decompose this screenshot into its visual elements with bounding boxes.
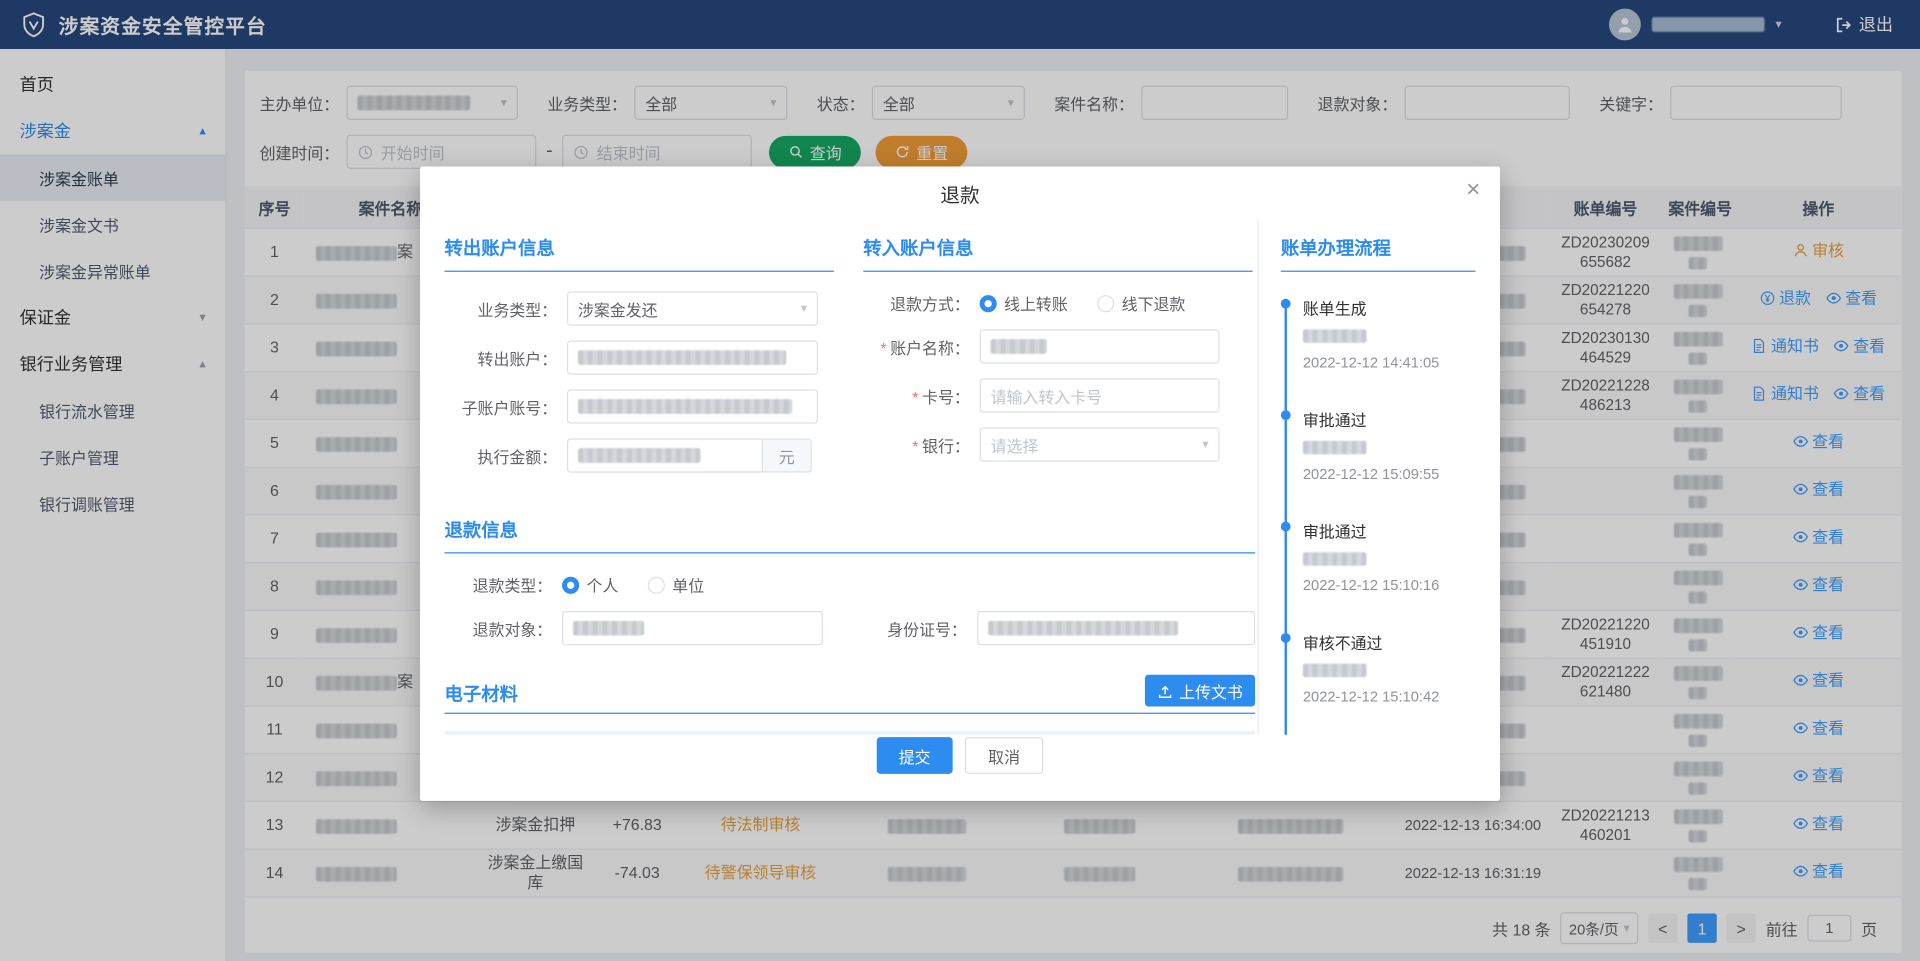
upload-document-button[interactable]: 上传文书	[1145, 675, 1255, 707]
radio-dot	[562, 576, 579, 593]
out-account-label: 转出账户：	[444, 346, 566, 369]
transfer-out-account-input[interactable]	[567, 340, 818, 374]
refund-type-radio-1[interactable]: 单位	[648, 573, 704, 596]
flow-step: 账单生成 2022-12-12 14:41:05	[1303, 296, 1476, 371]
flow-step-name: 审批通过	[1303, 519, 1476, 542]
sub-account-input[interactable]	[567, 389, 818, 423]
amount-unit: 元	[763, 438, 812, 472]
bank-placeholder: 请选择	[991, 433, 1039, 456]
materials-table-header: 序号材料名称创建时间操作	[444, 731, 1255, 735]
flow-step-time: 2022-12-12 15:09:55	[1303, 465, 1476, 482]
modal-body: 转出账户信息 业务类型： 涉案金发还 ▾ 转出账户： 子账户账号：	[420, 220, 1500, 734]
flow-step-time: 2022-12-12 15:10:42	[1303, 688, 1476, 705]
timeline-dot	[1281, 299, 1291, 309]
modal-footer: 提交 取消	[420, 735, 1500, 801]
card-number-input[interactable]: 请输入转入卡号	[980, 378, 1220, 412]
modal-header: 退款 ×	[420, 167, 1500, 221]
flow-step: 审核不通过 2022-12-12 15:10:42	[1303, 631, 1476, 706]
refund-method-label: 退款方式：	[863, 291, 979, 314]
redacted-text	[573, 621, 644, 636]
refund-info-title: 退款信息	[444, 502, 1255, 553]
flow-step-time: 2022-12-12 14:41:05	[1303, 354, 1476, 371]
redacted-text	[578, 399, 792, 414]
account-name-input[interactable]	[980, 329, 1220, 363]
card-number-label: 卡号：	[863, 384, 979, 407]
radio-dot	[1097, 294, 1114, 311]
submit-button[interactable]: 提交	[877, 737, 953, 774]
transfer-out-title: 转出账户信息	[444, 220, 833, 271]
flow-timeline: 账单生成 2022-12-12 14:41:05 审批通过 2022-12-12 15…	[1281, 296, 1476, 734]
flow-title: 账单办理流程	[1281, 220, 1476, 271]
select-value: 涉案金发还	[578, 297, 658, 320]
refund-info-section: 退款信息 退款类型： 个人 单位 退款对象： 身份证号：	[444, 502, 1255, 645]
refund-method-radio-0[interactable]: 线上转账	[980, 291, 1068, 314]
flow-step: 审批通过 2022-12-12 15:09:55	[1303, 408, 1476, 483]
card-number-placeholder: 请输入转入卡号	[991, 384, 1102, 407]
transfer-in-title: 转入账户信息	[863, 220, 1252, 271]
redacted-text	[1303, 441, 1367, 454]
refund-form: 转出账户信息 业务类型： 涉案金发还 ▾ 转出账户： 子账户账号：	[444, 220, 1255, 734]
id-number-label: 身份证号：	[874, 617, 977, 640]
redacted-text	[991, 339, 1047, 354]
id-number-input[interactable]	[977, 611, 1255, 645]
flow-step-name: 账单生成	[1303, 296, 1476, 319]
chevron-down-icon: ▾	[801, 302, 807, 315]
process-flow-panel: 账单办理流程 账单生成 2022-12-12 14:41:05 审批通过 2022-1…	[1258, 220, 1476, 734]
flow-step-name: 审核不通过	[1303, 631, 1476, 654]
transfer-in-section: 转入账户信息 退款方式： 线上转账 线下退款 账户名称： 卡号： 请输入转入卡号	[863, 220, 1252, 487]
refund-type-radios: 个人 单位	[562, 573, 733, 596]
redacted-text	[1303, 553, 1367, 566]
redacted-text	[1303, 330, 1367, 343]
redacted-text	[578, 448, 700, 463]
business-type-label: 业务类型：	[444, 297, 566, 320]
modal-title: 退款	[940, 179, 979, 208]
timeline-dot	[1281, 522, 1291, 532]
refund-method-radio-1[interactable]: 线下退款	[1097, 291, 1185, 314]
timeline-dot	[1281, 410, 1291, 420]
refund-target-label: 退款对象：	[444, 617, 562, 640]
app-root: 涉案资金安全管控平台 ▾ 退出 首页涉案金▴涉案金账单涉案金文书涉案金异常账单保…	[0, 0, 1920, 961]
timeline-dot	[1281, 633, 1291, 643]
business-type-select[interactable]: 涉案金发还 ▾	[567, 291, 818, 325]
refund-type-label: 退款类型：	[444, 573, 562, 596]
upload-label: 上传文书	[1179, 679, 1243, 702]
refund-method-radios: 线上转账 线下退款	[980, 291, 1215, 314]
sub-account-label: 子账户账号：	[444, 395, 566, 418]
redacted-text	[1303, 664, 1367, 677]
radio-dot	[648, 576, 665, 593]
flow-step-time: 2022-12-12 15:10:16	[1303, 577, 1476, 594]
upload-icon	[1157, 683, 1173, 699]
close-icon[interactable]: ×	[1466, 178, 1480, 202]
bank-label: 银行：	[863, 433, 979, 456]
chevron-down-icon: ▾	[1202, 438, 1208, 451]
materials-title: 电子材料	[444, 681, 517, 707]
refund-target-input[interactable]	[562, 611, 822, 645]
refund-type-radio-0[interactable]: 个人	[562, 573, 618, 596]
flow-step-name: 审批通过	[1303, 408, 1476, 431]
amount-label: 执行金额：	[444, 444, 566, 467]
materials-section: 电子材料 上传文书 序号材料名称创建时间操作	[444, 660, 1255, 735]
cancel-button[interactable]: 取消	[965, 737, 1043, 774]
transfer-out-section: 转出账户信息 业务类型： 涉案金发还 ▾ 转出账户： 子账户账号：	[444, 220, 833, 487]
refund-modal: 退款 × 转出账户信息 业务类型： 涉案金发还 ▾ 转出账户：	[420, 167, 1500, 801]
account-name-label: 账户名称：	[863, 335, 979, 358]
bank-select[interactable]: 请选择 ▾	[980, 427, 1220, 461]
radio-dot	[980, 294, 997, 311]
amount-input[interactable]	[567, 438, 763, 472]
flow-step: 审批通过 2022-12-12 15:10:16	[1303, 519, 1476, 594]
redacted-text	[578, 350, 786, 365]
redacted-text	[988, 621, 1178, 636]
